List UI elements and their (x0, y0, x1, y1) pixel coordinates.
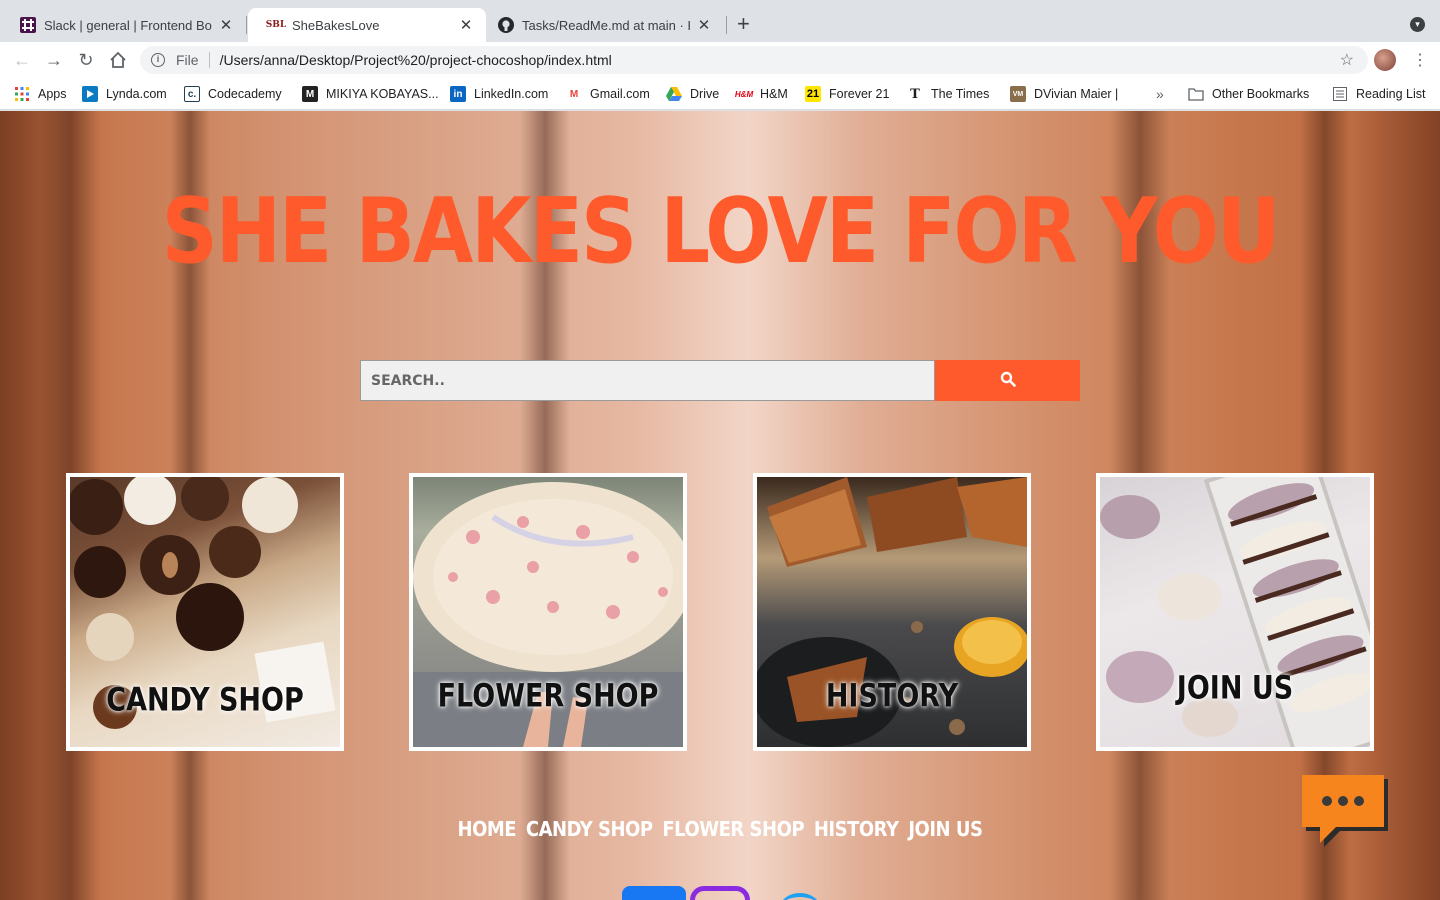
footer-link-history[interactable]: History (814, 817, 899, 841)
bookmark-codecademy[interactable]: c. Codecademy (184, 85, 282, 103)
footer-link-candy-shop[interactable]: Candy Shop (526, 817, 653, 841)
browser-toolbar: ← → ↻ i File /Users/anna/Desktop/Project… (0, 42, 1440, 78)
bookmark-linkedin[interactable]: in LinkedIn.com (450, 85, 548, 103)
twitter-icon[interactable] (780, 893, 820, 900)
bookmark-label: LinkedIn.com (474, 87, 549, 101)
rose-bouquet-image: Flower Shop (413, 477, 683, 747)
bookmark-gmail[interactable]: M Gmail.com (566, 85, 650, 103)
github-icon (498, 17, 514, 33)
card-join-us[interactable]: Join Us (1096, 473, 1374, 751)
footer-link-join-us[interactable]: Join Us (908, 817, 983, 841)
card-label: Candy Shop (106, 681, 304, 720)
drive-icon (666, 86, 682, 102)
url-scheme: File (176, 52, 199, 68)
bookmark-label: Other Bookmarks (1212, 87, 1310, 101)
url-text: /Users/anna/Desktop/Project%20/project-c… (219, 52, 612, 68)
search-bar (360, 360, 1080, 401)
tab-shebakeslove[interactable]: SBL SheBakesLove ✕ (248, 8, 486, 42)
tab-github[interactable]: Tasks/ReadMe.md at main · HA ✕ (478, 8, 724, 42)
sbl-favicon-icon: SBL (265, 20, 287, 30)
bookmark-label: DVivian Maier | (1034, 87, 1119, 101)
bookmarks-overflow-chevron-icon[interactable]: » (1156, 85, 1164, 103)
bookmark-label: Reading List (1356, 87, 1426, 101)
close-tab-icon[interactable]: ✕ (696, 16, 712, 34)
bookmark-forever21[interactable]: 21 Forever 21 (805, 85, 889, 103)
bookmark-label: The Times (931, 87, 990, 101)
vm-icon: VM (1010, 86, 1026, 102)
page-title: She Bakes Love For You (161, 180, 1281, 284)
bookmark-label: Apps (38, 87, 67, 101)
bookmark-apps[interactable]: Apps (14, 85, 67, 103)
bookmark-lynda[interactable]: Lynda.com (82, 85, 167, 103)
tab-slack[interactable]: Slack | general | Frontend Boot ✕ (0, 8, 246, 42)
bookmark-star-icon[interactable]: ☆ (1340, 50, 1354, 70)
reload-icon[interactable]: ↻ (74, 48, 98, 72)
slack-icon (20, 17, 36, 33)
bookmark-the-times[interactable]: T The Times (907, 85, 989, 103)
bookmark-vivian-maier[interactable]: VM DVivian Maier | (1010, 85, 1118, 103)
facebook-icon[interactable] (622, 886, 686, 900)
bookmark-label: Forever 21 (829, 87, 890, 101)
tab-title: Slack | general | Frontend Boot (44, 17, 212, 33)
folder-icon (1188, 86, 1204, 102)
bookmark-label: Codecademy (208, 87, 282, 101)
bookmark-drive[interactable]: Drive (666, 85, 719, 103)
bookmark-mikiya[interactable]: M MIKIYA KOBAYAS... (302, 85, 439, 103)
home-icon[interactable] (106, 48, 130, 72)
card-history[interactable]: History (753, 473, 1031, 751)
page-background: She Bakes Love For You Candy Shop (0, 111, 1440, 900)
card-candy-shop[interactable]: Candy Shop (66, 473, 344, 751)
chat-bubble-icon[interactable] (1300, 773, 1392, 849)
divider (208, 52, 210, 68)
macarons-box-image: Join Us (1100, 477, 1370, 747)
tab-separator (726, 16, 727, 34)
bookmark-label: H&M (760, 87, 788, 101)
bookmark-label: MIKIYA KOBAYAS... (326, 87, 439, 101)
tab-separator (246, 16, 247, 34)
search-input[interactable] (360, 360, 935, 401)
bookmark-label: Drive (690, 87, 720, 101)
browser-tab-bar: Slack | general | Frontend Boot ✕ SBL Sh… (0, 0, 1440, 42)
forward-arrow-icon[interactable]: → (42, 48, 66, 72)
tab-title: Tasks/ReadMe.md at main · HA (522, 17, 690, 33)
bookmark-other-bookmarks[interactable]: Other Bookmarks (1188, 85, 1309, 103)
forever21-icon: 21 (805, 86, 821, 102)
search-button[interactable] (935, 360, 1080, 401)
codecademy-icon: c. (184, 86, 200, 102)
bookmarks-bar: Apps Lynda.com c. Codecademy M MIKIYA KO… (0, 78, 1440, 110)
chocolate-truffles-image: Candy Shop (70, 477, 340, 747)
apps-grid-icon (14, 86, 30, 102)
bookmark-label: Lynda.com (106, 87, 167, 101)
bookmark-hm[interactable]: H&M H&M (734, 85, 788, 103)
bookmark-label: Gmail.com (590, 87, 650, 101)
card-label: Join Us (1176, 669, 1294, 708)
m-icon: M (302, 86, 318, 102)
card-label: Flower Shop (437, 677, 659, 716)
close-tab-icon[interactable]: ✕ (218, 16, 234, 34)
gmail-icon: M (569, 88, 579, 100)
times-icon: T (910, 86, 920, 102)
back-arrow-icon[interactable]: ← (10, 48, 34, 72)
new-tab-plus-icon[interactable]: + (737, 13, 750, 35)
browser-menu-icon[interactable]: ⋮ (1412, 50, 1428, 70)
reading-list-icon (1332, 86, 1348, 102)
hm-icon: H&M (734, 89, 754, 99)
linkedin-icon: in (450, 86, 466, 102)
instagram-icon[interactable] (690, 886, 750, 900)
reading-list-button[interactable]: Reading List (1332, 85, 1426, 103)
address-bar[interactable]: i File /Users/anna/Desktop/Project%20/pr… (140, 46, 1368, 74)
footer-link-flower-shop[interactable]: Flower Shop (662, 817, 804, 841)
info-icon[interactable]: i (151, 53, 165, 67)
card-label: History (825, 677, 959, 716)
search-icon (1000, 371, 1016, 390)
tab-search-chevron-icon[interactable]: ▾ (1410, 17, 1425, 32)
baklava-pastry-image: History (757, 477, 1027, 747)
footer-nav: Home Candy Shop Flower Shop History Join… (0, 817, 1440, 841)
card-flower-shop[interactable]: Flower Shop (409, 473, 687, 751)
footer-link-home[interactable]: Home (458, 817, 517, 841)
lynda-icon (82, 86, 98, 102)
tab-title: SheBakesLove (292, 17, 380, 33)
profile-avatar[interactable] (1374, 49, 1396, 71)
close-tab-icon[interactable]: ✕ (458, 16, 474, 34)
